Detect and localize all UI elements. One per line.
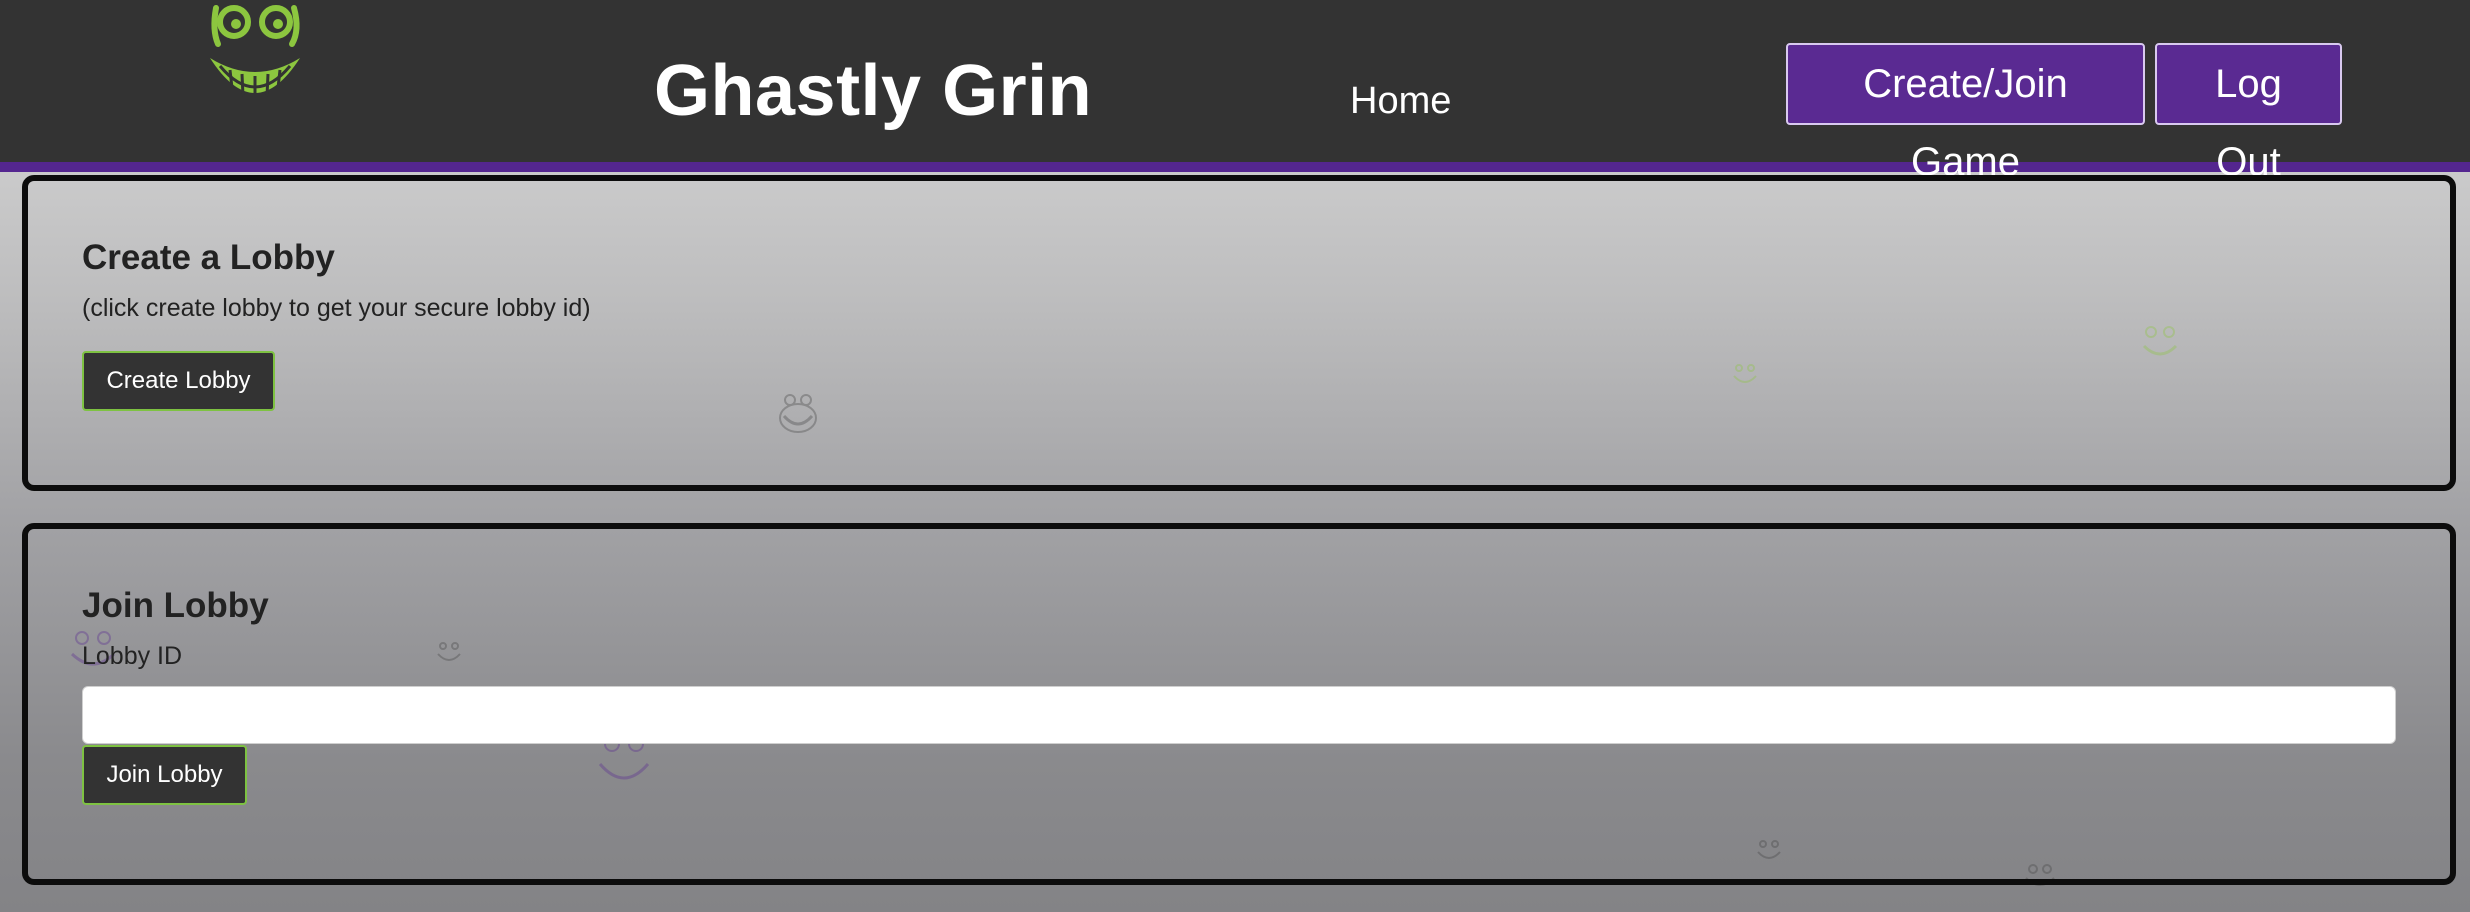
nav-home-link[interactable]: Home — [1350, 78, 1451, 124]
lobby-id-label: Lobby ID — [82, 642, 183, 670]
grinning-face-logo-icon[interactable] — [196, 0, 314, 118]
create-lobby-panel: Create a Lobby (click create lobby to ge… — [22, 175, 2456, 491]
create-lobby-hint: (click create lobby to get your secure l… — [82, 294, 591, 322]
top-navbar: Ghastly Grin Home Create/Join Game Log O… — [0, 0, 2470, 184]
create-lobby-button[interactable]: Create Lobby — [82, 351, 275, 411]
create-join-game-button[interactable]: Create/Join Game — [1786, 43, 2145, 184]
join-lobby-heading: Join Lobby — [82, 586, 269, 625]
log-out-button[interactable]: Log Out — [2155, 43, 2342, 184]
join-lobby-panel: Join Lobby Lobby ID Join Lobby — [22, 523, 2456, 885]
join-lobby-button[interactable]: Join Lobby — [82, 745, 247, 805]
create-lobby-heading: Create a Lobby — [82, 238, 335, 277]
lobby-id-input[interactable] — [82, 686, 2396, 744]
site-brand-title: Ghastly Grin — [654, 51, 1093, 131]
